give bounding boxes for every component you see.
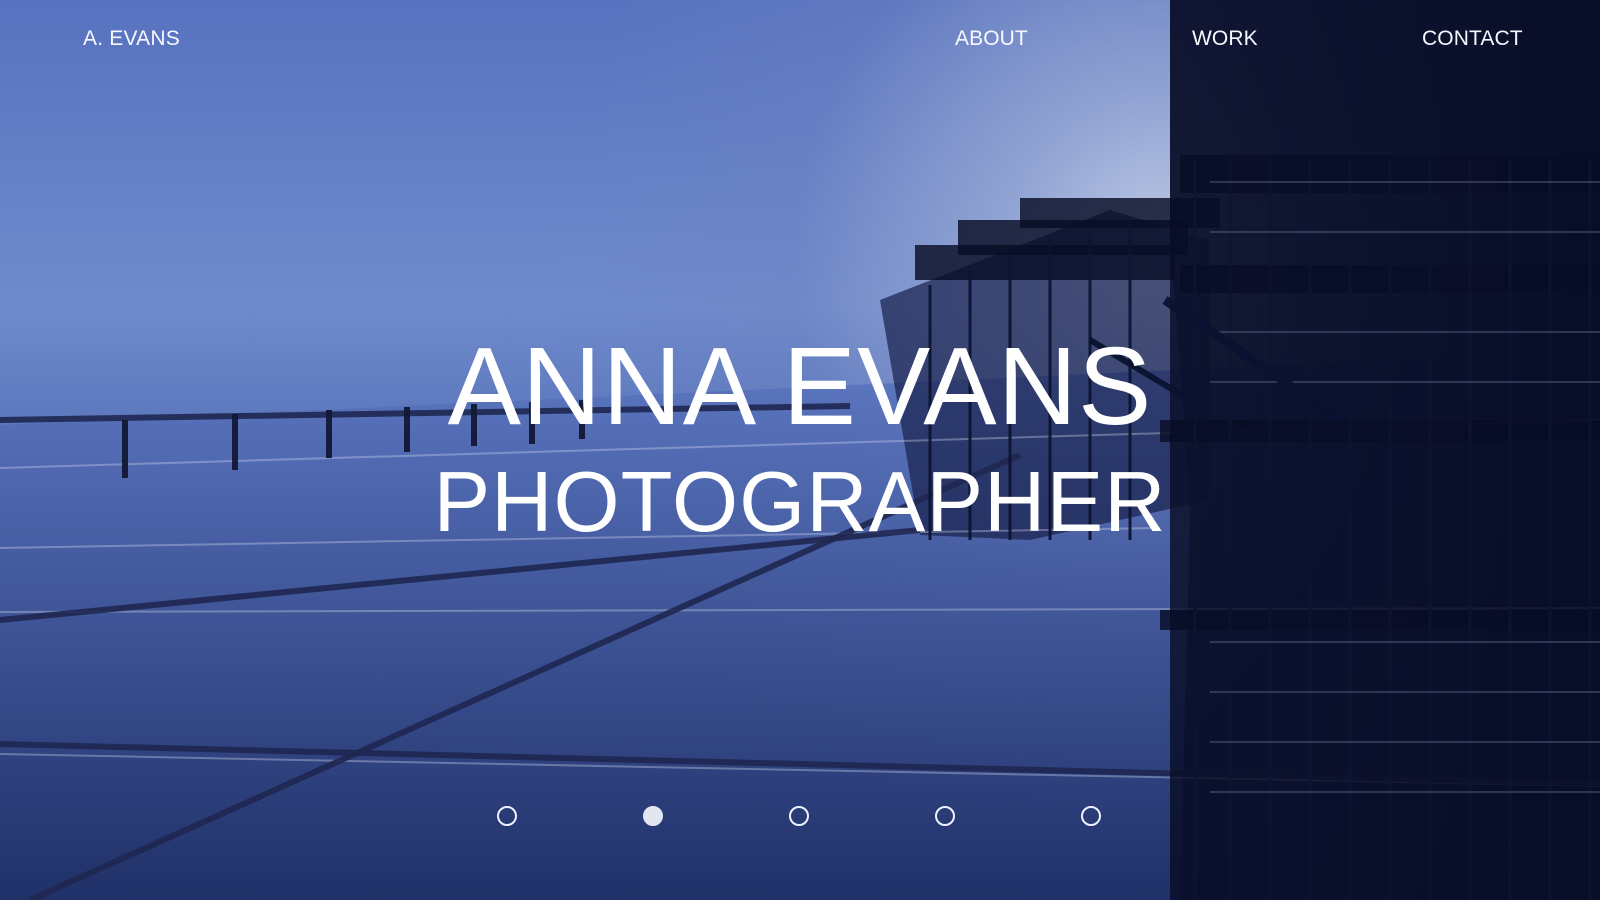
brand-logo-text[interactable]: A. EVANS [83,27,180,51]
slider-dot-2-active[interactable] [643,806,663,826]
slider-dot-5[interactable] [1081,806,1101,826]
slider-dot-3[interactable] [789,806,809,826]
hero-section: A. EVANS ABOUT WORK CONTACT ANNA EVANS P… [0,0,1600,900]
nav-link-work[interactable]: WORK [1192,27,1258,51]
slider-pagination [497,806,1101,830]
nav-link-contact[interactable]: CONTACT [1422,27,1523,51]
top-navigation: A. EVANS ABOUT WORK CONTACT [0,0,1600,82]
slider-dot-4[interactable] [935,806,955,826]
slider-dot-1[interactable] [497,806,517,826]
nav-link-about[interactable]: ABOUT [955,27,1028,51]
architecture-photo [0,0,1600,900]
